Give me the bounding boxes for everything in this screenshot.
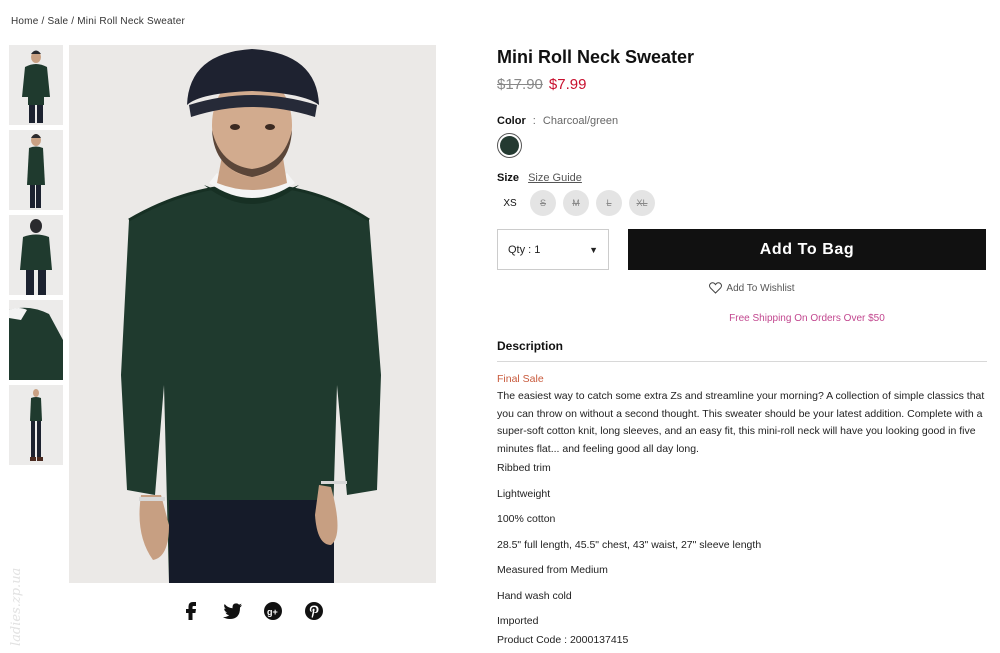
feature-item: Imported (497, 615, 539, 627)
product-info: Mini Roll Neck Sweater $17.90 $7.99 Color… (497, 45, 987, 646)
size-option-xs[interactable]: XS (497, 190, 523, 216)
heart-icon (709, 282, 723, 294)
color-row: Color : Charcoal/green (497, 115, 987, 127)
description-heading: Description (497, 339, 987, 362)
purchase-row: Qty : 1 ▼ Add To Bag (497, 229, 987, 270)
facebook-icon[interactable] (180, 600, 202, 622)
feature-item: Measured from Medium (497, 564, 608, 576)
color-swatch[interactable] (497, 133, 522, 158)
caret-down-icon: ▼ (589, 244, 598, 255)
breadcrumb-separator: / (71, 16, 75, 27)
size-option-s[interactable]: S (530, 190, 556, 216)
feature-item: Hand wash cold (497, 589, 572, 602)
pinterest-icon[interactable] (303, 600, 325, 622)
twitter-icon[interactable] (221, 600, 243, 622)
main-product-image[interactable] (69, 45, 436, 583)
feature-item: 100% cotton (497, 513, 556, 525)
quantity-label: Qty : 1 (508, 243, 541, 256)
google-plus-icon[interactable]: g+ (262, 600, 284, 622)
color-separator: : (532, 115, 536, 127)
wishlist-label: Add To Wishlist (726, 282, 795, 294)
price: $17.90 $7.99 (497, 76, 987, 93)
color-label: Color (497, 115, 526, 127)
thumbnail-full-body-view[interactable] (9, 385, 63, 465)
breadcrumb-current: Mini Roll Neck Sweater (77, 16, 186, 27)
add-to-bag-button[interactable]: Add To Bag (628, 229, 986, 270)
breadcrumb-home[interactable]: Home (11, 16, 38, 27)
feature-item: Ribbed trim (497, 462, 551, 474)
size-guide-link[interactable]: Size Guide (528, 172, 582, 184)
size-options: XS S M L XL (497, 190, 987, 216)
free-shipping-note[interactable]: Free Shipping On Orders Over $50 (627, 313, 987, 324)
size-option-l[interactable]: L (596, 190, 622, 216)
breadcrumb-separator: / (41, 16, 45, 27)
sale-price: $7.99 (548, 76, 587, 93)
breadcrumb-sale[interactable]: Sale (47, 16, 68, 27)
thumbnail-back-view[interactable] (9, 215, 63, 295)
color-swatch-fill (500, 136, 519, 155)
thumbnail-side-view[interactable] (9, 130, 63, 210)
add-to-wishlist-link[interactable]: Add To Wishlist (517, 282, 987, 294)
description-text: The easiest way to catch some extra Zs a… (497, 390, 985, 455)
size-option-xl[interactable]: XL (629, 190, 655, 216)
size-row: Size Size Guide (497, 172, 987, 184)
product-title: Mini Roll Neck Sweater (497, 47, 695, 67)
feature-item: Lightweight (497, 487, 551, 500)
thumbnail-front-view[interactable] (9, 45, 63, 125)
svg-text:g+: g+ (267, 607, 278, 617)
feature-item: 28.5" full length, 45.5" chest, 43" wais… (497, 538, 762, 551)
svg-text:ladies.zp.ua: ladies.zp.ua (9, 568, 24, 646)
product-code: Product Code : 2000137415 (497, 633, 629, 646)
quantity-select[interactable]: Qty : 1 ▼ (497, 229, 609, 270)
social-share: g+ (180, 600, 325, 622)
watermark-logo: ladies.zp.ua (4, 528, 26, 648)
color-value: Charcoal/green (542, 115, 619, 127)
thumbnail-sleeve-detail[interactable] (9, 300, 63, 380)
original-price: $17.90 (497, 76, 543, 93)
size-label: Size (497, 172, 520, 184)
final-sale-label: Final Sale (497, 373, 544, 385)
thumbnail-gallery (9, 45, 63, 470)
size-option-m[interactable]: M (563, 190, 589, 216)
breadcrumb: Home / Sale / Mini Roll Neck Sweater (11, 16, 185, 27)
